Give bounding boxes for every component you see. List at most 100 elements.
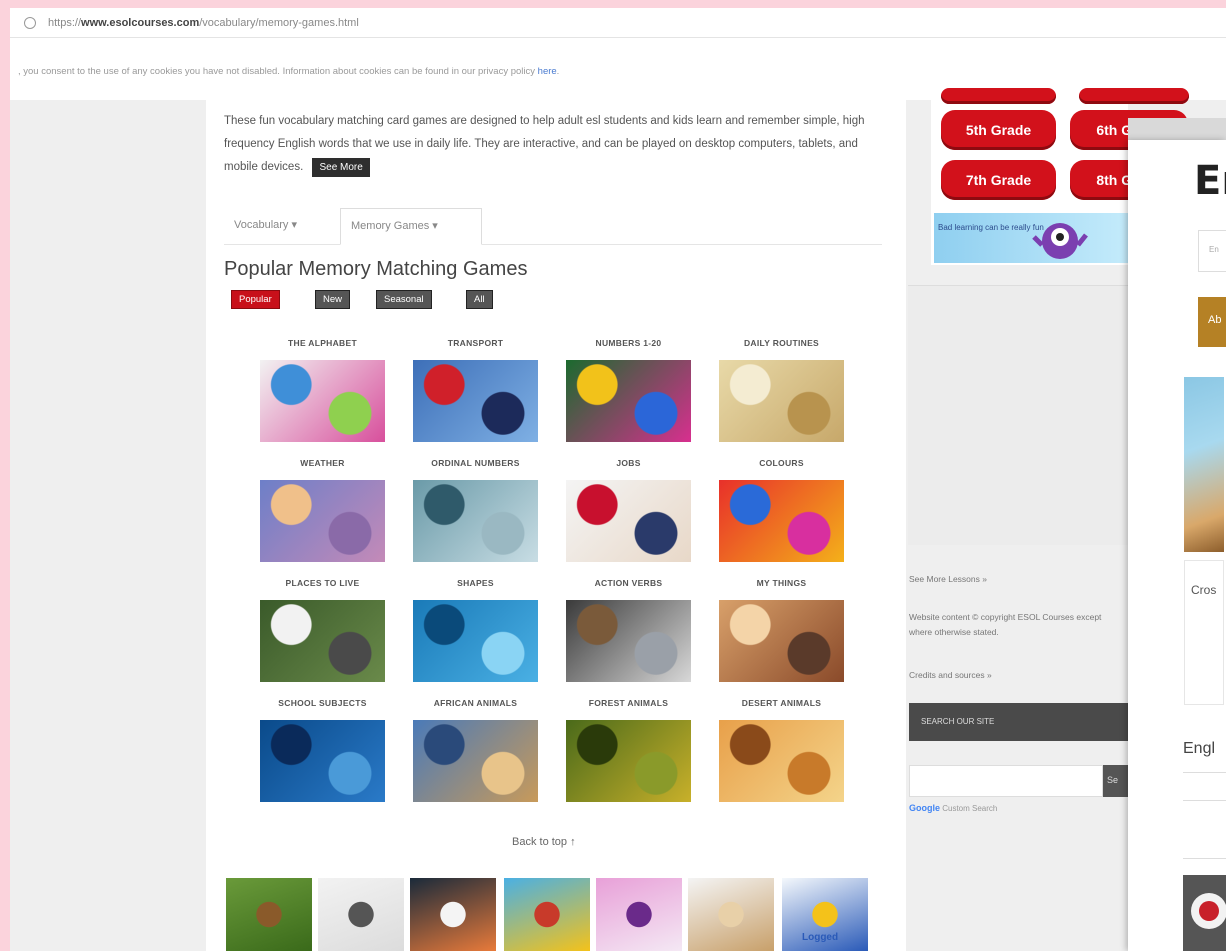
game-thumbnail[interactable] bbox=[260, 720, 385, 802]
tab-vocabulary[interactable]: Vocabulary ▾ bbox=[224, 208, 336, 245]
popup-titlebar[interactable] bbox=[1128, 118, 1226, 140]
custom-search-label: Custom Search bbox=[942, 804, 998, 813]
filter-popular[interactable]: Popular bbox=[231, 290, 280, 309]
ad-game-tile[interactable] bbox=[688, 878, 774, 951]
game-thumbnail[interactable] bbox=[413, 360, 538, 442]
game-label[interactable]: SCHOOL SUBJECTS bbox=[260, 698, 385, 720]
game-card[interactable]: WEATHER bbox=[260, 458, 385, 562]
ad-brand-label: Logged bbox=[802, 932, 839, 943]
ad-game-tile[interactable] bbox=[226, 878, 312, 951]
game-thumbnail[interactable] bbox=[566, 720, 691, 802]
game-thumbnail[interactable] bbox=[566, 600, 691, 682]
game-thumbnail[interactable] bbox=[719, 480, 844, 562]
game-label[interactable]: DESERT ANIMALS bbox=[719, 698, 844, 720]
game-thumbnail[interactable] bbox=[719, 720, 844, 802]
game-label[interactable]: PLACES TO LIVE bbox=[260, 578, 385, 600]
site-search-input[interactable] bbox=[909, 765, 1103, 797]
grade-button-hidden-a[interactable] bbox=[941, 88, 1056, 104]
search-header: SEARCH OUR SITE bbox=[909, 703, 1129, 741]
ad-game-tile[interactable] bbox=[410, 878, 496, 951]
popup-illustration bbox=[1184, 377, 1224, 552]
ad-game-tile[interactable] bbox=[504, 878, 590, 951]
game-label[interactable]: COLOURS bbox=[719, 458, 844, 480]
popup-button[interactable]: Ab bbox=[1198, 297, 1226, 347]
game-thumbnail[interactable] bbox=[413, 600, 538, 682]
game-card[interactable]: FOREST ANIMALS bbox=[566, 698, 691, 802]
game-thumbnail[interactable] bbox=[566, 360, 691, 442]
main-content: These fun vocabulary matching card games… bbox=[206, 100, 906, 951]
game-label[interactable]: NUMBERS 1-20 bbox=[566, 338, 691, 360]
game-card[interactable]: PLACES TO LIVE bbox=[260, 578, 385, 682]
browser-address-bar[interactable]: https:// www.esolcourses.com /vocabulary… bbox=[10, 8, 1226, 38]
cookie-privacy-link[interactable]: here bbox=[538, 66, 557, 77]
heart-icon bbox=[1191, 893, 1226, 929]
game-card[interactable]: COLOURS bbox=[719, 458, 844, 562]
game-label[interactable]: DAILY ROUTINES bbox=[719, 338, 844, 360]
game-thumbnail[interactable] bbox=[413, 720, 538, 802]
popup-heart-widget[interactable] bbox=[1183, 875, 1226, 951]
see-more-lessons-link[interactable]: See More Lessons » bbox=[909, 572, 1124, 587]
game-card[interactable]: MY THINGS bbox=[719, 578, 844, 682]
tab-memory-games[interactable]: Memory Games ▾ bbox=[340, 208, 482, 245]
filter-new[interactable]: New bbox=[315, 290, 351, 309]
google-logo: Google bbox=[909, 803, 940, 813]
grade-button-hidden-b[interactable] bbox=[1079, 88, 1189, 104]
filter-all[interactable]: All bbox=[466, 290, 493, 309]
game-label[interactable]: MY THINGS bbox=[719, 578, 844, 600]
game-label[interactable]: SHAPES bbox=[413, 578, 538, 600]
game-thumbnail[interactable] bbox=[719, 600, 844, 682]
intro-paragraph: These fun vocabulary matching card games… bbox=[224, 110, 884, 179]
learning-banner-text: Bad learning can be really fun bbox=[938, 223, 1044, 232]
game-thumbnail[interactable] bbox=[260, 600, 385, 682]
game-label[interactable]: JOBS bbox=[566, 458, 691, 480]
game-label[interactable]: AFRICAN ANIMALS bbox=[413, 698, 538, 720]
site-info-icon[interactable] bbox=[24, 16, 36, 29]
game-thumbnail[interactable] bbox=[719, 360, 844, 442]
game-card[interactable]: THE ALPHABET bbox=[260, 338, 385, 442]
game-thumbnail[interactable] bbox=[566, 480, 691, 562]
back-to-top-link[interactable]: Back to top ↑ bbox=[512, 836, 576, 848]
game-label[interactable]: WEATHER bbox=[260, 458, 385, 480]
url-domain: www.esolcourses.com bbox=[81, 16, 200, 29]
popup-divider bbox=[1183, 772, 1226, 773]
game-label[interactable]: ORDINAL NUMBERS bbox=[413, 458, 538, 480]
game-card[interactable]: JOBS bbox=[566, 458, 691, 562]
popup-search-input[interactable]: En bbox=[1198, 230, 1226, 272]
learning-banner-ad[interactable]: Bad learning can be really fun bbox=[934, 213, 1128, 263]
ad-strip: ▷ ✕ Logged bbox=[226, 878, 868, 951]
game-thumbnail[interactable] bbox=[413, 480, 538, 562]
game-thumbnail[interactable] bbox=[260, 360, 385, 442]
grade-button-7th[interactable]: 7th Grade bbox=[941, 160, 1056, 200]
popup-section-heading: Engl bbox=[1183, 740, 1216, 757]
sidebar-ad-slot bbox=[908, 285, 1128, 545]
game-card[interactable]: ACTION VERBS bbox=[566, 578, 691, 682]
popup-title: En bbox=[1194, 158, 1226, 204]
game-card[interactable]: ORDINAL NUMBERS bbox=[413, 458, 538, 562]
credits-link[interactable]: Credits and sources » bbox=[909, 668, 1124, 683]
tabs-bar: Vocabulary ▾ Memory Games ▾ bbox=[224, 208, 882, 245]
see-more-button[interactable]: See More bbox=[312, 158, 370, 177]
url-path: /vocabulary/memory-games.html bbox=[199, 16, 359, 29]
google-custom-search: Google Custom Search bbox=[909, 803, 997, 813]
ad-game-tile[interactable] bbox=[596, 878, 682, 951]
cookie-text: , you consent to the use of any cookies … bbox=[18, 66, 536, 77]
game-card[interactable]: DESERT ANIMALS bbox=[719, 698, 844, 802]
game-label[interactable]: FOREST ANIMALS bbox=[566, 698, 691, 720]
purple-monster-icon bbox=[1032, 223, 1088, 259]
filter-seasonal[interactable]: Seasonal bbox=[376, 290, 432, 309]
game-card[interactable]: SCHOOL SUBJECTS bbox=[260, 698, 385, 802]
game-thumbnail[interactable] bbox=[260, 480, 385, 562]
grade-button-5th[interactable]: 5th Grade bbox=[941, 110, 1056, 150]
game-card[interactable]: TRANSPORT bbox=[413, 338, 538, 442]
game-card[interactable]: SHAPES bbox=[413, 578, 538, 682]
page-title: Popular Memory Matching Games bbox=[224, 258, 528, 280]
game-label[interactable]: TRANSPORT bbox=[413, 338, 538, 360]
game-label[interactable]: ACTION VERBS bbox=[566, 578, 691, 600]
game-card[interactable]: AFRICAN ANIMALS bbox=[413, 698, 538, 802]
game-label[interactable]: THE ALPHABET bbox=[260, 338, 385, 360]
game-card[interactable]: DAILY ROUTINES bbox=[719, 338, 844, 442]
site-search-button[interactable]: Se bbox=[1103, 765, 1128, 797]
ad-game-tile[interactable] bbox=[318, 878, 404, 951]
game-card[interactable]: NUMBERS 1-20 bbox=[566, 338, 691, 442]
copyright-text: Website content © copyright ESOL Courses… bbox=[909, 612, 1102, 637]
